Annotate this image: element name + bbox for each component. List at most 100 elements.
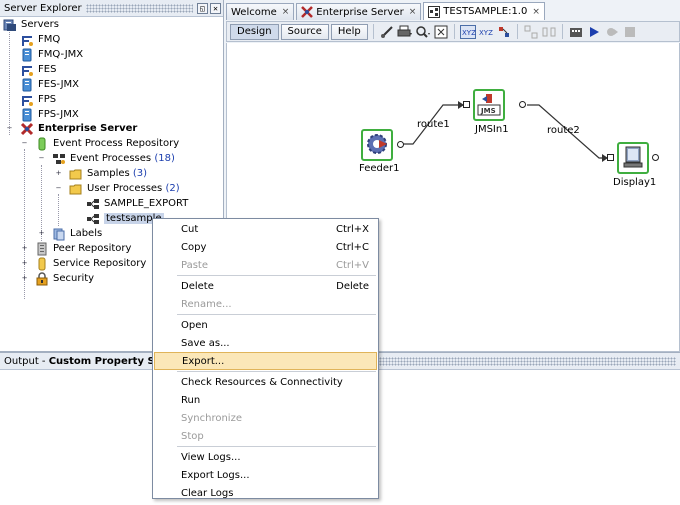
f-server-icon	[20, 93, 34, 107]
expand-toggle-icon[interactable]: +	[55, 170, 62, 177]
server-explorer-header: Server Explorer ◱ ✕	[0, 0, 223, 17]
menu-item-delete[interactable]: Delete Delete	[154, 277, 377, 295]
expand-toggle-icon[interactable]: +	[21, 245, 28, 252]
gear-icon	[365, 132, 389, 159]
menu-label: Check Resources & Connectivity	[181, 376, 343, 388]
display-input-port[interactable]	[607, 154, 614, 161]
layout-xyz-alt-icon[interactable]: XYZ	[478, 24, 494, 40]
menu-item-export-logs[interactable]: Export Logs...	[154, 466, 377, 484]
menu-shortcut: Ctrl+V	[335, 259, 369, 271]
tree-node-security[interactable]: Security	[35, 271, 94, 286]
tree-node-fmq[interactable]: FMQ	[20, 32, 60, 47]
menu-label: Clear Logs	[181, 487, 234, 499]
count-badge: (18)	[154, 153, 175, 164]
menu-item-save-as[interactable]: Save as...	[154, 334, 377, 352]
design-button[interactable]: Design	[230, 23, 279, 40]
compile-icon[interactable]	[568, 24, 584, 40]
menu-item-rename[interactable]: Rename...	[154, 295, 377, 313]
display-node[interactable]	[617, 142, 649, 174]
header-grip[interactable]	[85, 3, 193, 13]
tree-label: Peer Repository	[53, 243, 132, 254]
help-button[interactable]: Help	[330, 23, 368, 40]
menu-item-cut[interactable]: Cut Ctrl+X	[154, 220, 377, 238]
menu-label: Save as...	[181, 337, 230, 349]
menu-item-view-logs[interactable]: View Logs...	[154, 448, 377, 466]
event-processes-icon	[52, 152, 66, 166]
expand-toggle-icon[interactable]: +	[21, 260, 28, 267]
menu-item-open[interactable]: Open	[154, 316, 377, 334]
tree-node-service-repository[interactable]: Service Repository	[35, 256, 146, 271]
tree-node-enterprise-server[interactable]: Enterprise Server	[20, 121, 137, 136]
debug-icon[interactable]	[604, 24, 620, 40]
source-button[interactable]: Source	[280, 23, 329, 40]
display-output-port[interactable]	[652, 154, 659, 161]
layout-xyz-icon[interactable]: XYZ	[459, 24, 476, 40]
jmsin-node[interactable]: JMS	[473, 89, 505, 121]
distribute-icon[interactable]	[541, 24, 557, 40]
close-tab-icon[interactable]: ×	[409, 7, 417, 17]
tree-node-samples[interactable]: Samples (3)	[69, 166, 147, 181]
jmsin-output-port[interactable]	[519, 101, 526, 108]
tree-node-sample-export[interactable]: SAMPLE_EXPORT	[86, 196, 188, 211]
menu-item-stop[interactable]: Stop	[154, 427, 377, 445]
route2-label[interactable]: route2	[547, 125, 580, 136]
feeder-output-port[interactable]	[397, 141, 404, 148]
print-icon[interactable]	[397, 24, 413, 40]
close-tab-icon[interactable]: ×	[282, 7, 290, 17]
zoom-icon[interactable]	[415, 24, 431, 40]
menu-item-paste[interactable]: Paste Ctrl+V	[154, 256, 377, 274]
tree-node-user-processes[interactable]: User Processes (2)	[69, 181, 180, 196]
tree-node-peer-repository[interactable]: Peer Repository	[35, 241, 131, 256]
align-icon[interactable]	[523, 24, 539, 40]
run-icon[interactable]	[586, 24, 602, 40]
menu-separator	[177, 314, 376, 315]
jmsin-input-port[interactable]	[463, 101, 470, 108]
menu-item-copy[interactable]: Copy Ctrl+C	[154, 238, 377, 256]
tree-node-fes[interactable]: FES	[20, 62, 56, 77]
fit-to-window-icon[interactable]	[433, 24, 449, 40]
tree-node-fps-jmx[interactable]: FPS-JMX	[20, 107, 79, 122]
tree-node-event-process-repository[interactable]: Event Process Repository	[35, 136, 179, 151]
expand-toggle-icon[interactable]: +	[21, 275, 28, 282]
servers-icon	[3, 18, 17, 32]
menu-item-synchronize[interactable]: Synchronize	[154, 409, 377, 427]
restore-window-icon[interactable]: ◱	[197, 2, 208, 14]
menu-item-export[interactable]: Export...	[154, 352, 377, 370]
tree-node-labels[interactable]: Labels	[52, 226, 102, 241]
expand-toggle-icon[interactable]: +	[38, 230, 45, 237]
stop-icon[interactable]	[622, 24, 638, 40]
jmsin-label: JMSIn1	[475, 124, 509, 135]
menu-item-check-resources[interactable]: Check Resources & Connectivity	[154, 373, 377, 391]
route1-label[interactable]: route1	[417, 119, 450, 130]
collapse-toggle-icon[interactable]: −	[38, 155, 45, 162]
organize-icon[interactable]	[496, 24, 512, 40]
close-tab-icon[interactable]: ×	[532, 7, 540, 17]
toolbar-separator	[516, 24, 518, 39]
menu-item-run[interactable]: Run	[154, 391, 377, 409]
tree-node-event-processes[interactable]: Event Processes (18)	[52, 151, 175, 166]
tab-testsample[interactable]: TESTSAMPLE:1.0 ×	[423, 2, 545, 20]
collapse-toggle-icon[interactable]: −	[6, 125, 13, 132]
close-panel-icon[interactable]: ✕	[210, 2, 221, 14]
connect-icon[interactable]	[379, 24, 395, 40]
labels-icon	[52, 227, 66, 241]
menu-item-clear-logs[interactable]: Clear Logs	[154, 484, 377, 502]
tree-node-fes-jmx[interactable]: FES-JMX	[20, 77, 79, 92]
tree-label: Labels	[70, 228, 103, 239]
feeder-node[interactable]	[361, 129, 393, 161]
collapse-toggle-icon[interactable]: −	[55, 185, 62, 192]
feeder-label: Feeder1	[359, 163, 400, 174]
tab-enterprise-server[interactable]: Enterprise Server ×	[296, 3, 422, 20]
tree-label: FPS-JMX	[38, 109, 79, 120]
jmx-server-icon	[20, 108, 34, 122]
menu-label: View Logs...	[181, 451, 241, 463]
peer-repository-icon	[35, 242, 49, 256]
tree-node-fmq-jmx[interactable]: FMQ-JMX	[20, 47, 83, 62]
collapse-toggle-icon[interactable]: −	[21, 140, 28, 147]
tree-node-fps[interactable]: FPS	[20, 92, 56, 107]
tab-welcome[interactable]: Welcome ×	[226, 3, 295, 20]
tree-label: FES	[38, 64, 57, 75]
tree-node-servers[interactable]: Servers	[3, 17, 59, 32]
toolbar-separator	[453, 24, 455, 39]
display-label: Display1	[613, 177, 657, 188]
